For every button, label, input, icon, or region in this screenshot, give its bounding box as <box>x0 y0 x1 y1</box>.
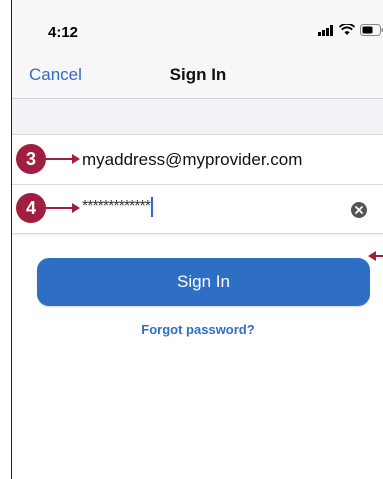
callout-line-4 <box>44 207 74 209</box>
battery-icon <box>360 24 383 36</box>
sign-in-button[interactable]: Sign In <box>37 258 370 306</box>
status-bar: 4:12 <box>12 0 383 50</box>
password-value[interactable]: ************* <box>82 197 153 217</box>
wifi-icon <box>339 24 355 35</box>
forgot-password-link[interactable]: Forgot password? <box>12 322 383 337</box>
callout-step-3: 3 <box>16 144 46 174</box>
signal-icon <box>318 24 333 36</box>
status-icons <box>318 24 383 36</box>
callout-step-4: 4 <box>16 193 46 223</box>
nav-bar: Cancel Sign In <box>12 50 383 99</box>
callout-arrow-4 <box>72 203 80 213</box>
callout-line-5 <box>375 255 383 257</box>
phone-screen: 4:12 Cancel Sign In myaddress@myprovider… <box>11 0 383 479</box>
callout-arrow-5 <box>368 251 376 261</box>
text-cursor <box>150 197 153 217</box>
callout-line-3 <box>44 158 74 160</box>
password-mask: ************* <box>82 198 151 216</box>
clear-icon <box>355 206 363 214</box>
sign-in-form: myaddress@myprovider.com ************* <box>12 134 383 234</box>
content-area: Sign In Forgot password? <box>12 236 383 479</box>
status-time: 4:12 <box>48 24 79 41</box>
page-title: Sign In <box>169 65 227 84</box>
callout-arrow-3 <box>72 154 80 164</box>
email-value[interactable]: myaddress@myprovider.com <box>82 150 302 170</box>
clear-button[interactable] <box>351 202 367 218</box>
